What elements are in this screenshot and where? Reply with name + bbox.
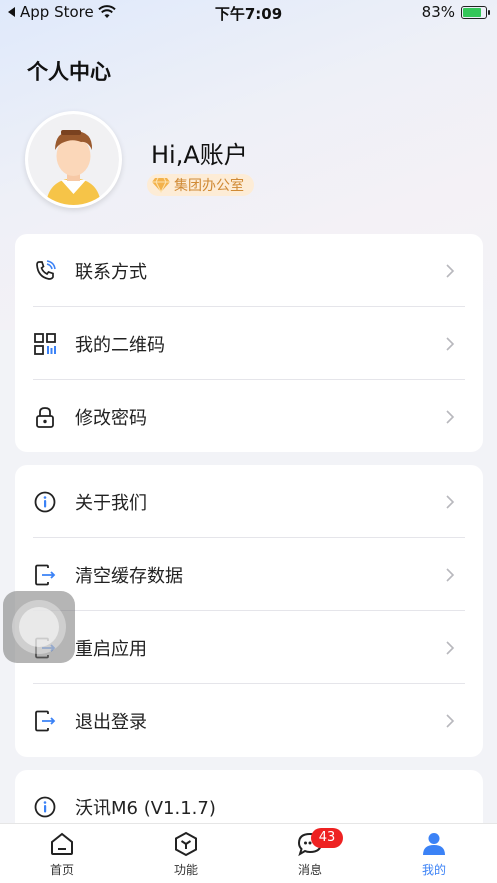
settings-card-1: 联系方式 我的二维码 修改密码: [15, 234, 483, 452]
tab-messages[interactable]: 消息 43: [280, 828, 343, 878]
menu-change-password[interactable]: 修改密码: [15, 380, 483, 453]
tab-mine-label: 我的: [421, 863, 446, 877]
qrcode-icon: [34, 332, 56, 355]
menu-logout-label: 退出登录: [75, 711, 147, 733]
battery-icon: [461, 5, 490, 19]
chevron-right-icon: [446, 640, 455, 655]
avatar-illustration: [28, 114, 119, 205]
home-icon: [51, 832, 73, 855]
tab-home-label: 首页: [49, 863, 74, 877]
tab-home[interactable]: 首页: [32, 830, 92, 878]
menu-restart-app[interactable]: 重启应用: [15, 611, 483, 684]
tab-bar: 首页 功能 消息 43 我的: [0, 823, 497, 883]
menu-contact-label: 联系方式: [75, 261, 147, 283]
phone-icon: [36, 259, 56, 280]
chevron-right-icon: [446, 336, 455, 351]
tab-functions-label: 功能: [173, 863, 198, 877]
greeting: Hi,A账户: [151, 141, 248, 169]
battery-percent: 83%: [421, 3, 455, 21]
settings-card-2: 关于我们 清空缓存数据 重启应用 退出登录: [15, 465, 483, 757]
chevron-right-icon: [446, 567, 455, 582]
badge-label: 集团办公室: [174, 178, 244, 194]
page-title: 个人中心: [27, 60, 111, 84]
info-icon: [34, 491, 56, 512]
exit-icon: [35, 564, 56, 585]
unread-count-badge: 43: [311, 828, 343, 848]
exit-icon: [35, 710, 56, 731]
menu-restart-app-label: 重启应用: [75, 638, 147, 660]
menu-qrcode[interactable]: 我的二维码: [15, 307, 483, 380]
menu-version-label: 沃讯M6 (V1.1.7): [75, 797, 216, 819]
menu-clear-cache[interactable]: 清空缓存数据: [15, 538, 483, 611]
lock-icon: [36, 406, 54, 428]
menu-qrcode-label: 我的二维码: [75, 334, 165, 356]
diamond-icon: [152, 177, 170, 193]
chevron-right-icon: [446, 494, 455, 509]
tab-mine[interactable]: 我的: [404, 830, 464, 878]
chevron-right-icon: [446, 409, 455, 424]
status-bar: App Store 下午7:09 83%: [0, 0, 497, 26]
tab-messages-label: 消息: [297, 863, 322, 877]
chevron-right-icon: [446, 713, 455, 728]
menu-change-password-label: 修改密码: [75, 407, 147, 429]
menu-about[interactable]: 关于我们: [15, 465, 483, 538]
department-badge: 集团办公室: [147, 174, 254, 196]
menu-logout[interactable]: 退出登录: [15, 684, 483, 757]
user-icon: [423, 833, 445, 855]
chevron-right-icon: [446, 263, 455, 278]
menu-clear-cache-label: 清空缓存数据: [75, 565, 183, 587]
assistive-touch-button[interactable]: [3, 591, 75, 663]
avatar[interactable]: [25, 111, 122, 208]
tab-functions[interactable]: 功能: [156, 830, 216, 878]
menu-about-label: 关于我们: [75, 492, 147, 514]
info-icon: [34, 796, 56, 817]
menu-contact[interactable]: 联系方式: [15, 234, 483, 307]
cube-icon: [175, 831, 197, 857]
